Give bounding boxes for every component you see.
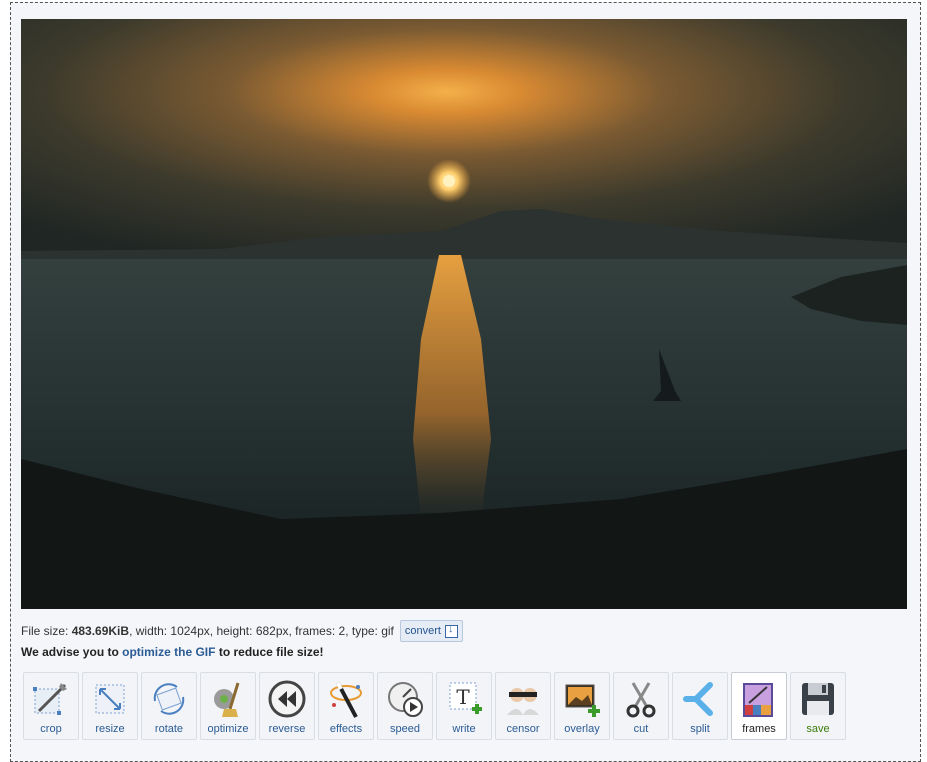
crop-tool-button[interactable]: crop	[23, 672, 79, 740]
advice-suffix: to reduce file size!	[215, 645, 324, 659]
resize-label: resize	[95, 723, 125, 735]
cut-label: cut	[633, 723, 649, 735]
download-icon	[444, 623, 458, 638]
floppy-disk-icon	[796, 677, 840, 721]
optimize-gif-link[interactable]: optimize the GIF	[122, 645, 215, 659]
resize-tool-button[interactable]: resize	[82, 672, 138, 740]
convert-label: convert	[404, 625, 441, 637]
rotate-label: rotate	[154, 723, 184, 735]
rotate-icon	[147, 677, 191, 721]
file-info: File size: 483.69KiB , width: 1024px, he…	[21, 620, 463, 642]
file-size-label: File size:	[21, 624, 72, 638]
censor-icon	[501, 677, 545, 721]
effects-tool-button[interactable]: effects	[318, 672, 374, 740]
optimize-tool-button[interactable]: optimize	[200, 672, 256, 740]
scissors-icon	[619, 677, 663, 721]
frames-tool-button[interactable]: frames	[731, 672, 787, 740]
stopwatch-icon	[383, 677, 427, 721]
rewind-icon	[265, 677, 309, 721]
advice-prefix: We advise you to	[21, 645, 123, 659]
frames-icon	[737, 677, 781, 721]
censor-label: censor	[506, 723, 540, 735]
split-icon	[678, 677, 722, 721]
overlay-label: overlay	[564, 723, 600, 735]
advice-text: We advise you to optimize the GIF to red…	[21, 645, 324, 659]
save-tool-button[interactable]: save	[790, 672, 846, 740]
reverse-label: reverse	[268, 723, 306, 735]
crop-label: crop	[40, 723, 62, 735]
sunset-sea-image	[21, 19, 907, 609]
magic-wand-icon	[324, 677, 368, 721]
rotate-tool-button[interactable]: rotate	[141, 672, 197, 740]
image-add-icon	[560, 677, 604, 721]
speed-tool-button[interactable]: speed	[377, 672, 433, 740]
speed-label: speed	[390, 723, 420, 735]
file-dimensions: , width: 1024px, height: 682px, frames: …	[129, 624, 394, 638]
write-label: write	[452, 723, 476, 735]
resize-icon	[88, 677, 132, 721]
convert-button[interactable]: convert	[399, 620, 463, 642]
split-tool-button[interactable]: split	[672, 672, 728, 740]
file-size-value: 483.69KiB	[71, 624, 130, 638]
overlay-tool-button[interactable]: overlay	[554, 672, 610, 740]
optimize-label: optimize	[207, 723, 249, 735]
gif-preview-image	[21, 19, 907, 609]
frames-label: frames	[742, 723, 776, 735]
svg-text:T: T	[456, 685, 470, 709]
crop-icon	[29, 677, 73, 721]
cut-tool-button[interactable]: cut	[613, 672, 669, 740]
save-label: save	[806, 723, 830, 735]
editor-panel: File size: 483.69KiB , width: 1024px, he…	[10, 2, 921, 762]
write-tool-button[interactable]: T write	[436, 672, 492, 740]
censor-tool-button[interactable]: censor	[495, 672, 551, 740]
text-icon: T	[442, 677, 486, 721]
tool-bar: crop resize rotate optimize reverse effe…	[23, 672, 846, 740]
broom-icon	[206, 677, 250, 721]
effects-label: effects	[329, 723, 363, 735]
reverse-tool-button[interactable]: reverse	[259, 672, 315, 740]
split-label: split	[690, 723, 710, 735]
